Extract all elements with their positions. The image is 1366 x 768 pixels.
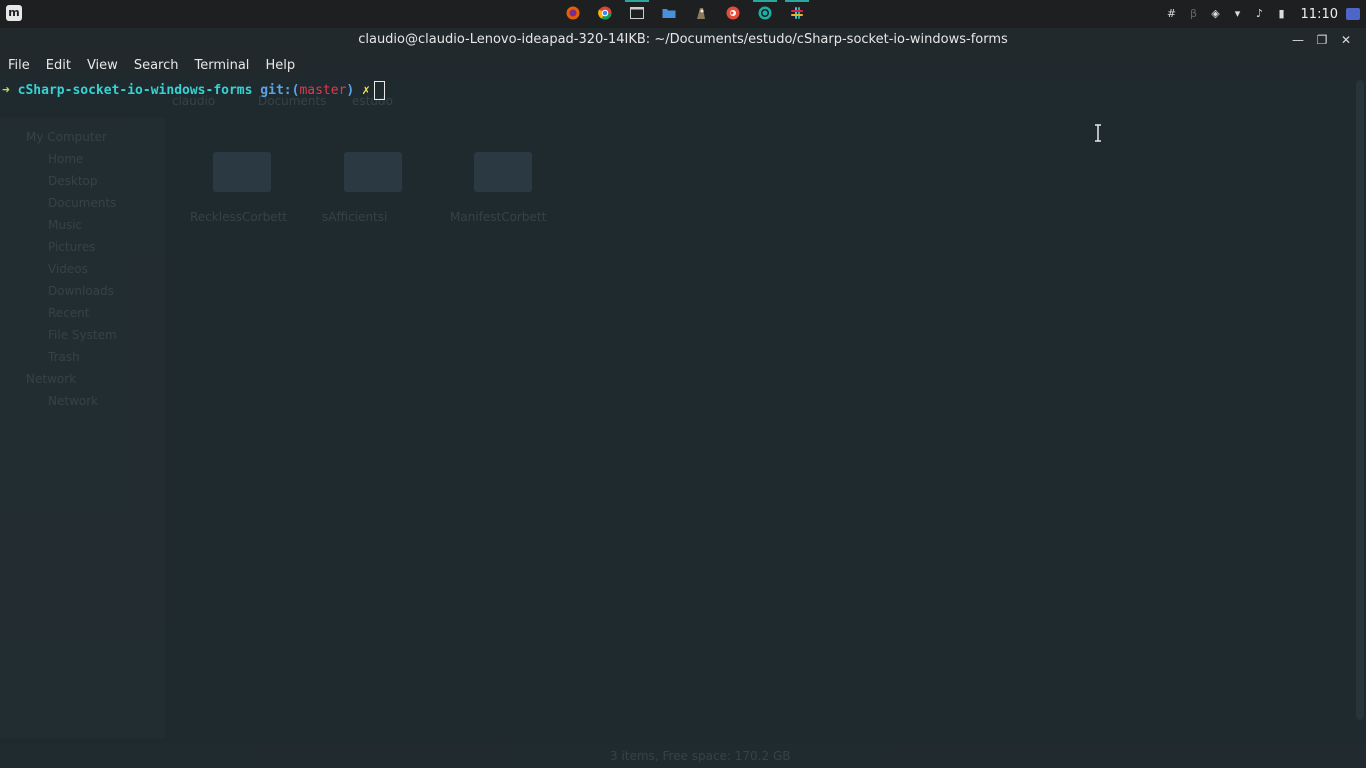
ibeam-cursor-icon (1095, 124, 1101, 142)
background-file-manager: My Computer Home Desktop Documents Music… (0, 78, 1366, 768)
files-icon (662, 9, 676, 18)
ghost-sidebar-item: File System (48, 328, 117, 342)
terminal-scrollbar[interactable] (1356, 80, 1364, 720)
ghost-sidebar-item: Recent (48, 306, 90, 320)
mint-menu-icon[interactable]: m (6, 5, 22, 21)
terminal-menubar: File Edit View Search Terminal Help (0, 53, 1366, 78)
ghost-folder-icon (213, 152, 271, 192)
menu-view[interactable]: View (79, 58, 126, 73)
menu-file[interactable]: File (0, 58, 38, 73)
window-titlebar[interactable]: claudio@claudio-Lenovo-ideapad-320-14IKB… (0, 28, 1366, 53)
gimp-launcher[interactable] (685, 0, 717, 28)
files-launcher[interactable] (653, 0, 685, 28)
terminal-cursor (373, 80, 385, 100)
ghost-sidebar-item: Videos (48, 262, 88, 276)
window-controls: — ❐ ✕ (1286, 31, 1358, 49)
ghost-folder-label: RecklessCorbett (190, 210, 288, 224)
menu-help[interactable]: Help (257, 58, 303, 73)
prompt-arrow: ➜ (2, 82, 10, 98)
ghost-sidebar-item: Network (48, 394, 99, 408)
prompt-branch: master (299, 82, 347, 98)
menu-edit[interactable]: Edit (38, 58, 79, 73)
top-panel: m # β ◈ ▾ ♪ ▮ 11:10 (0, 0, 1366, 28)
ghost-sidebar-item: Documents (48, 196, 117, 210)
prompt-directory: cSharp-socket-io-windows-forms (17, 82, 253, 98)
ghost-sidebar-item: Desktop (48, 174, 98, 188)
ghost-folder-label: sAfficientsi (322, 210, 388, 224)
vscode-launcher[interactable] (749, 0, 781, 28)
slack-tray-icon[interactable]: # (1166, 8, 1178, 20)
shield-icon[interactable]: ◈ (1210, 8, 1222, 20)
firefox-launcher[interactable] (557, 0, 589, 28)
ghost-sidebar (0, 118, 165, 738)
ghost-folder-icon (474, 152, 532, 192)
ghost-sidebar-item: Trash (48, 350, 80, 364)
gimp-icon (697, 8, 705, 19)
wifi-icon[interactable]: ▾ (1232, 8, 1244, 20)
menu-search[interactable]: Search (126, 58, 187, 73)
ghost-sidebar-item: Pictures (48, 240, 96, 254)
clock[interactable]: 11:10 (1301, 7, 1338, 22)
ghost-folder-label: ManifestCorbett (450, 210, 547, 224)
terminal-icon (630, 7, 644, 19)
ghost-sidebar-item: Downloads (48, 284, 114, 298)
ghost-sidebar-item: Home (48, 152, 84, 166)
minimize-button[interactable]: — (1286, 31, 1310, 49)
prompt-dirty-marker: ✗ (362, 82, 370, 98)
slack-launcher[interactable] (781, 0, 813, 28)
bluetooth-icon[interactable]: β (1188, 8, 1200, 20)
maximize-button[interactable]: ❐ (1310, 31, 1334, 49)
ghost-status-text: 3 items, Free space: 170.2 GB (610, 749, 791, 763)
postman-launcher[interactable] (717, 0, 749, 28)
vscode-icon (758, 6, 772, 20)
panel-launchers (557, 0, 813, 28)
system-tray: # β ◈ ▾ ♪ ▮ 11:10 (1161, 0, 1366, 28)
menu-terminal[interactable]: Terminal (186, 58, 257, 73)
chrome-launcher[interactable] (589, 0, 621, 28)
postman-icon (726, 6, 740, 20)
user-applet-icon[interactable] (1346, 8, 1360, 20)
battery-icon[interactable]: ▮ (1276, 8, 1288, 20)
chrome-icon (598, 6, 612, 20)
close-button[interactable]: ✕ (1334, 31, 1358, 49)
shell-prompt: ➜ cSharp-socket-io-windows-forms git:(ma… (2, 80, 385, 100)
window-title: claudio@claudio-Lenovo-ideapad-320-14IKB… (358, 32, 1008, 47)
terminal-launcher[interactable] (621, 0, 653, 28)
ghost-sidebar-item: Music (48, 218, 83, 232)
ghost-sidebar-item: Network (26, 372, 77, 386)
prompt-git-close: ) (346, 82, 355, 98)
ghost-folder-icon (344, 152, 402, 192)
music-icon[interactable]: ♪ (1254, 8, 1266, 20)
ghost-sidebar-item: My Computer (26, 130, 107, 144)
firefox-icon (566, 6, 580, 20)
terminal-area[interactable]: My Computer Home Desktop Documents Music… (0, 78, 1366, 768)
prompt-git-label: git:( (260, 82, 300, 98)
slack-icon (791, 7, 803, 19)
ghost-statusbar: 3 items, Free space: 170.2 GB (0, 744, 1366, 768)
